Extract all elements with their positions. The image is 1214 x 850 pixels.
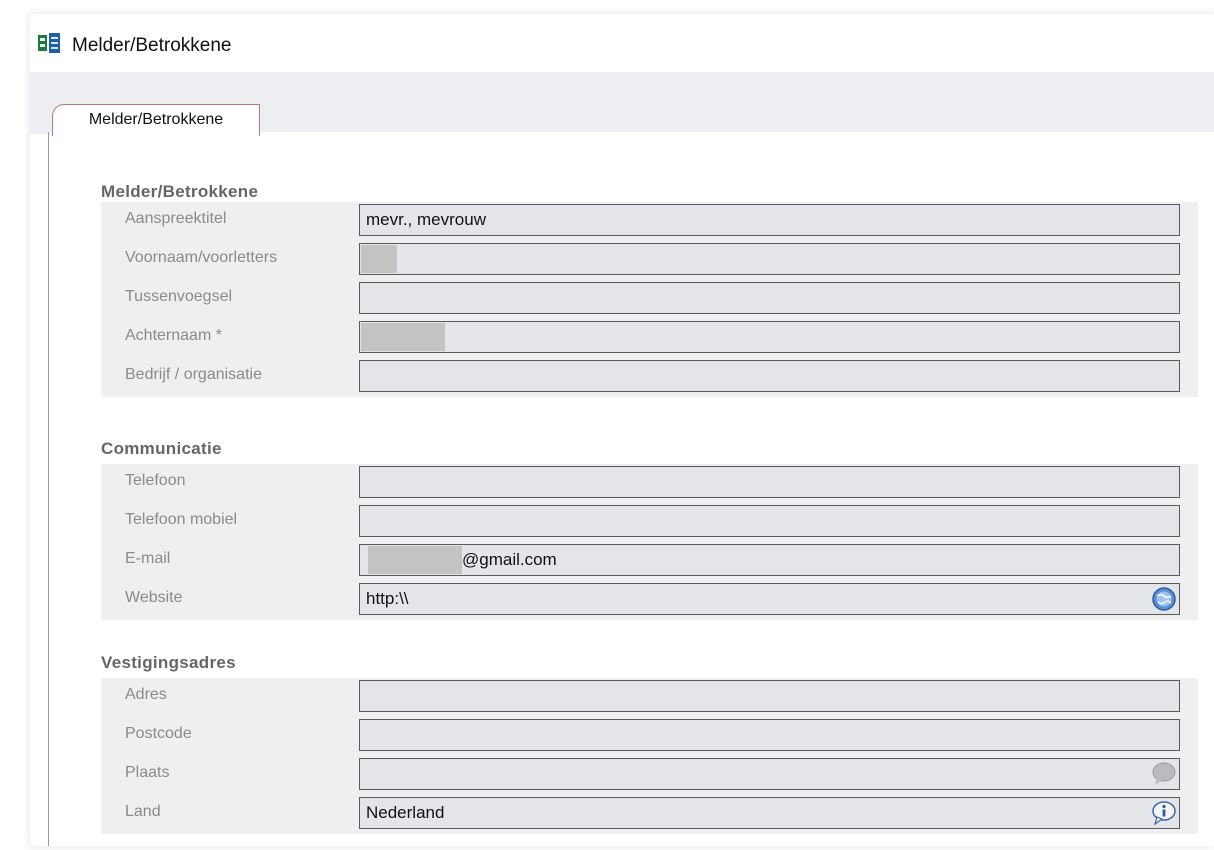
tab-melder-betrokkene[interactable]: Melder/Betrokkene	[52, 104, 260, 136]
tussenvoegsel-field[interactable]	[359, 282, 1180, 314]
section-title-vestigingsadres: Vestigingsadres	[101, 653, 236, 672]
email-value: @gmail.com	[462, 550, 557, 569]
redacted-block	[361, 323, 445, 351]
form-content: Melder/Betrokkene Aanspreektitel mevr., …	[48, 132, 1214, 846]
melder-group: Aanspreektitel mevr., mevrouw Voornaam/v…	[101, 202, 1198, 397]
row-adres: Adres	[101, 678, 1198, 717]
website-value: http:\\	[366, 589, 409, 608]
voornaam-field[interactable]	[359, 243, 1180, 275]
window-title: Melder/Betrokkene	[72, 35, 232, 56]
label-mobiel: Telefoon mobiel	[125, 511, 238, 528]
label-website: Website	[125, 589, 183, 606]
section-title-communicatie: Communicatie	[101, 439, 222, 458]
label-achternaam: Achternaam *	[125, 327, 222, 344]
label-plaats: Plaats	[125, 764, 170, 781]
row-postcode: Postcode	[101, 717, 1198, 756]
row-mobiel: Telefoon mobiel	[101, 503, 1198, 542]
row-telefoon: Telefoon	[101, 464, 1198, 503]
label-telefoon: Telefoon	[125, 472, 186, 489]
form-window: Melder/Betrokkene Melder/Betrokkene Meld…	[30, 14, 1214, 846]
tab-strip: Melder/Betrokkene	[30, 72, 1214, 136]
row-bedrijf: Bedrijf / organisatie	[101, 358, 1198, 397]
title-bar: Melder/Betrokkene	[30, 14, 1214, 72]
globe-icon[interactable]	[1151, 586, 1177, 612]
adres-group: Adres Postcode Plaats Land Nederland	[101, 678, 1198, 834]
row-tussenvoegsel: Tussenvoegsel	[101, 280, 1198, 319]
bedrijf-field[interactable]	[359, 360, 1180, 392]
postcode-field[interactable]	[359, 719, 1180, 751]
row-aanspreektitel: Aanspreektitel mevr., mevrouw	[101, 202, 1198, 241]
redacted-block	[368, 546, 462, 574]
land-value: Nederland	[366, 803, 445, 822]
label-land: Land	[125, 803, 161, 820]
app-logo-icon	[38, 33, 60, 53]
achternaam-field[interactable]	[359, 321, 1180, 353]
label-aanspreektitel: Aanspreektitel	[125, 210, 227, 227]
row-achternaam: Achternaam *	[101, 319, 1198, 358]
redacted-block	[361, 245, 397, 273]
label-bedrijf: Bedrijf / organisatie	[125, 366, 262, 383]
row-website: Website http:\\	[101, 581, 1198, 620]
communicatie-group: Telefoon Telefoon mobiel E-mail @gmail.c…	[101, 464, 1198, 620]
info-icon[interactable]	[1151, 800, 1177, 826]
label-tussenvoegsel: Tussenvoegsel	[125, 288, 233, 305]
row-email: E-mail @gmail.com	[101, 542, 1198, 581]
speech-bubble-icon[interactable]	[1151, 761, 1177, 787]
website-field[interactable]: http:\\	[359, 583, 1180, 615]
label-email: E-mail	[125, 550, 171, 567]
plaats-field[interactable]	[359, 758, 1180, 790]
email-field[interactable]: @gmail.com	[359, 544, 1180, 576]
land-field[interactable]: Nederland	[359, 797, 1180, 829]
row-voornaam: Voornaam/voorletters	[101, 241, 1198, 280]
label-voornaam: Voornaam/voorletters	[125, 249, 278, 266]
section-title-melder: Melder/Betrokkene	[101, 182, 259, 201]
mobiel-field[interactable]	[359, 505, 1180, 537]
label-adres: Adres	[125, 686, 167, 703]
label-postcode: Postcode	[125, 725, 192, 742]
row-plaats: Plaats	[101, 756, 1198, 795]
adres-field[interactable]	[359, 680, 1180, 712]
row-land: Land Nederland	[101, 795, 1198, 834]
aanspreektitel-field[interactable]: mevr., mevrouw	[359, 204, 1180, 236]
telefoon-field[interactable]	[359, 466, 1180, 498]
